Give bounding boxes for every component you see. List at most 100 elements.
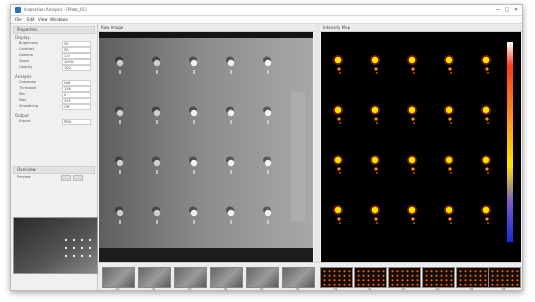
heat-spot <box>445 106 453 114</box>
overview-spot <box>72 246 76 250</box>
heat-spot-tail <box>375 171 379 175</box>
thumbnail-label: 03 <box>187 287 192 291</box>
raw-spot <box>116 59 124 67</box>
heat-spot-tail <box>412 71 416 75</box>
raw-spot-tail <box>267 70 269 74</box>
thumbnail-label: 04 <box>435 287 440 291</box>
raw-spot <box>153 159 161 167</box>
raw-spot-tail <box>267 170 269 174</box>
raw-image-canvas[interactable] <box>99 32 313 262</box>
raw-spot-tail <box>267 120 269 124</box>
heat-spot <box>482 156 490 164</box>
minimize-button[interactable]: — <box>494 6 502 14</box>
heat-spot-tail <box>486 221 490 225</box>
heat-spot-tail <box>485 67 489 71</box>
menu-file[interactable]: File <box>15 17 22 22</box>
overview-thumbnail[interactable] <box>13 217 98 274</box>
thumbnail-label: 05 <box>469 287 474 291</box>
app-icon <box>15 7 21 13</box>
heat-spot-tail <box>338 121 342 125</box>
raw-spot-tail <box>267 220 269 224</box>
property-row[interactable]: Zoom 100% <box>19 59 91 65</box>
heat-spot-tail <box>374 217 378 221</box>
intensity-map-view-title: Intensity Map <box>320 24 522 32</box>
property-row[interactable]: Gamma 1.0 <box>19 53 91 59</box>
property-row[interactable]: Opacity 100 <box>19 65 91 71</box>
overview-spot <box>88 238 92 242</box>
property-value[interactable]: Off <box>62 104 91 110</box>
overview-spot <box>88 254 92 258</box>
heat-spot-tail <box>374 167 378 171</box>
raw-thumbnail[interactable] <box>174 267 207 288</box>
map-thumbnail[interactable] <box>488 267 521 288</box>
heat-spot-tail <box>338 71 342 75</box>
menu-windows[interactable]: Windows <box>50 17 68 22</box>
property-row[interactable]: Brightness 50 <box>19 41 91 47</box>
overview-label: Preview <box>17 175 31 179</box>
heat-spot-tail <box>485 167 489 171</box>
section-analysis-label: Analysis <box>15 74 32 79</box>
raw-spot-tail <box>119 70 121 74</box>
raw-thumbnail[interactable] <box>138 267 171 288</box>
heat-spot-tail <box>374 67 378 71</box>
colorbar <box>507 42 513 242</box>
heat-spot <box>482 106 490 114</box>
property-label: Gamma <box>19 53 33 57</box>
raw-spot <box>264 109 272 117</box>
property-row[interactable]: Min 0 <box>19 92 91 98</box>
raw-thumbnail[interactable] <box>102 267 135 288</box>
property-row[interactable]: Max 255 <box>19 98 91 104</box>
map-thumbnail[interactable] <box>456 267 489 288</box>
raw-spot-tail <box>156 170 158 174</box>
overview-spot <box>64 254 68 258</box>
raw-spot-tail <box>119 220 121 224</box>
map-thumbnail[interactable] <box>320 267 353 288</box>
thumbnail-label: 05 <box>259 287 264 291</box>
property-row[interactable]: Smoothing Off <box>19 104 91 110</box>
raw-spot <box>227 59 235 67</box>
menu-edit[interactable]: Edit <box>27 17 35 22</box>
section-analysis[interactable]: Analysis <box>15 74 93 79</box>
raw-thumbnail[interactable] <box>210 267 243 288</box>
raw-spot-tail <box>156 120 158 124</box>
heat-spot <box>408 106 416 114</box>
overview-panel-title: Overview <box>13 166 95 174</box>
close-button[interactable]: ✕ <box>512 6 520 14</box>
raw-thumbnail[interactable] <box>246 267 279 288</box>
map-thumbnail[interactable] <box>422 267 455 288</box>
maximize-button[interactable]: □ <box>503 6 511 14</box>
map-thumbnail[interactable] <box>354 267 387 288</box>
property-row[interactable]: Contrast 50 <box>19 47 91 53</box>
intensity-map-canvas[interactable] <box>321 32 521 262</box>
property-value[interactable]: PNG <box>62 119 91 125</box>
raw-spot <box>190 209 198 217</box>
heat-spot <box>371 156 379 164</box>
thumbnail-label: 02 <box>151 287 156 291</box>
raw-thumbnail[interactable] <box>282 267 315 288</box>
property-row[interactable]: Colormap Hot <box>19 80 91 86</box>
section-output-label: Output <box>15 113 29 118</box>
overview-option-button[interactable] <box>73 175 83 181</box>
raw-spot <box>227 209 235 217</box>
thumbnail-label: 06 <box>295 287 300 291</box>
raw-spot-tail <box>119 120 121 124</box>
thumbnail-label: 06 <box>501 287 506 291</box>
heat-spot-tail <box>411 67 415 71</box>
section-output[interactable]: Output <box>15 113 93 118</box>
property-row[interactable]: Threshold 128 <box>19 86 91 92</box>
property-row[interactable]: Export PNG <box>19 119 91 125</box>
property-label: Brightness <box>19 41 38 45</box>
section-display[interactable]: Display <box>15 35 93 40</box>
map-thumbnail[interactable] <box>388 267 421 288</box>
raw-spot <box>116 209 124 217</box>
menu-view[interactable]: View <box>38 17 48 22</box>
thumbnail-label: 02 <box>367 287 372 291</box>
heat-spot-tail <box>337 67 341 71</box>
property-value[interactable]: 100 <box>62 65 91 71</box>
raw-spot-tail <box>230 170 232 174</box>
heat-spot-tail <box>449 221 453 225</box>
overview-option-button[interactable] <box>61 175 71 181</box>
overview-spot <box>80 254 84 258</box>
raw-image-view-title: Raw Image <box>98 24 314 32</box>
raw-spot <box>153 109 161 117</box>
